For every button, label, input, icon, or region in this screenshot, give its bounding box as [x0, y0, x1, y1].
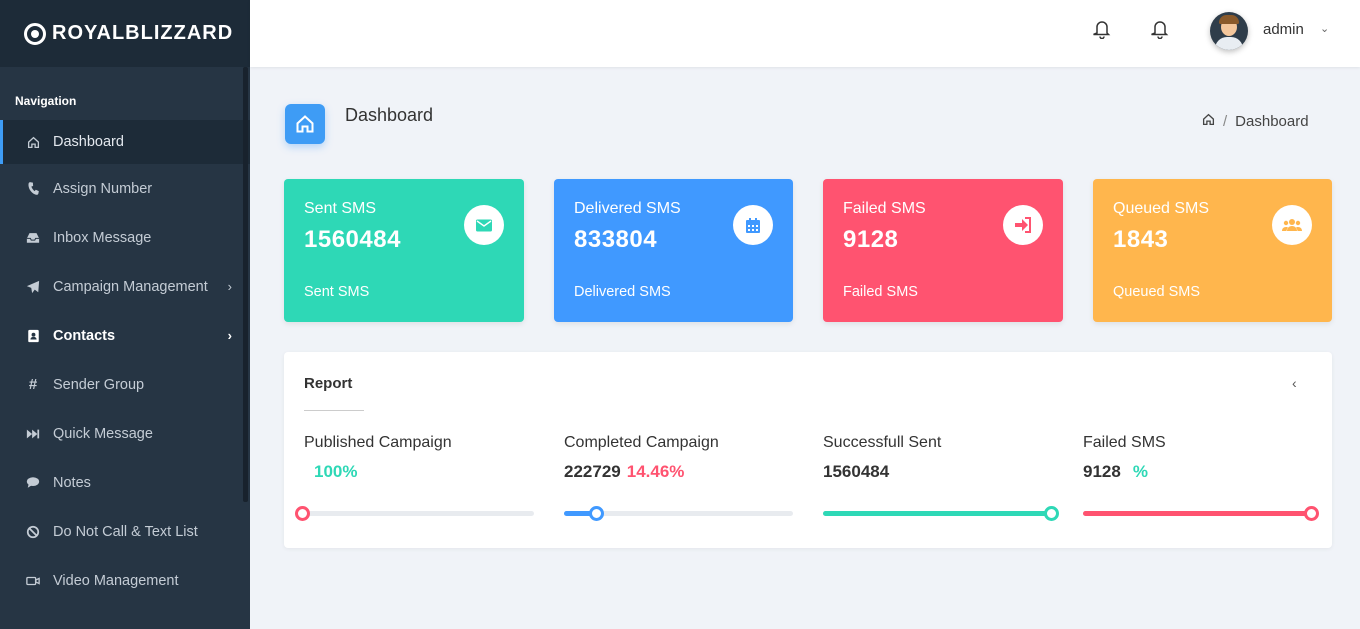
sent-sms-card: Sent SMS 1560484 Sent SMS — [284, 179, 524, 322]
card-footer: Delivered SMS — [574, 284, 671, 300]
sidebar-item-inbox-message[interactable]: Inbox Message — [0, 213, 250, 262]
sidebar-item-label: Inbox Message — [53, 229, 152, 246]
sidebar-item-dashboard[interactable]: Dashboard — [0, 120, 250, 164]
page-title: Dashboard — [345, 105, 434, 125]
failed-sms-card: Failed SMS 9128 Failed SMS — [823, 179, 1063, 322]
metric-published-campaign: Published Campaign 100% — [304, 434, 534, 482]
brand[interactable]: ROYALBLIZZARD — [0, 0, 250, 67]
card-footer: Failed SMS — [843, 284, 918, 300]
sidebar-scrollbar[interactable] — [243, 67, 248, 502]
sidebar-item-label: Do Not Call & Text List — [53, 523, 198, 540]
progress-bar-successfull — [823, 506, 1059, 521]
metric-values: 100% — [304, 462, 534, 482]
metric-label: Completed Campaign — [564, 434, 719, 451]
phone-icon — [26, 182, 40, 196]
comment-icon — [26, 476, 40, 490]
avatar-hair — [1219, 15, 1239, 24]
send-icon — [26, 280, 40, 294]
progress-handle — [1044, 506, 1059, 521]
breadcrumb: / Dashboard — [1202, 113, 1309, 130]
sidebar: ROYALBLIZZARD Navigation Dashboard Assig… — [0, 0, 250, 629]
sidebar-item-sender-group[interactable]: # Sender Group — [0, 360, 250, 409]
metric-number: 9128 — [1083, 462, 1121, 481]
metric-percent: 100% — [314, 462, 358, 481]
sidebar-item-label: Notes — [53, 474, 91, 491]
report-title-underline — [304, 410, 364, 411]
progress-bar-published — [295, 506, 534, 521]
inbox-icon — [26, 231, 40, 245]
metric-percent: % — [1132, 462, 1148, 481]
calendar-icon — [733, 205, 773, 245]
sidebar-item-campaign-management[interactable]: Campaign Management › — [0, 262, 250, 311]
sidebar-item-label: Dashboard — [53, 134, 124, 150]
report-panel: Report ‹ Published Campaign 100% Complet… — [284, 352, 1332, 548]
notification-bell-icon[interactable] — [1151, 19, 1169, 40]
users-icon — [1272, 205, 1312, 245]
metric-failed-sms: Failed SMS 9128% — [1083, 434, 1313, 482]
sidebar-item-label: Contacts — [53, 327, 116, 344]
sidebar-item-label: Campaign Management — [53, 278, 208, 295]
sidebar-item-label: Quick Message — [53, 425, 153, 442]
queued-sms-card: Queued SMS 1843 Queued SMS — [1093, 179, 1332, 322]
fast-forward-icon — [26, 427, 40, 441]
metric-label: Failed SMS — [1083, 434, 1166, 451]
card-footer: Sent SMS — [304, 284, 370, 300]
progress-bar-failed — [1083, 506, 1319, 521]
topbar: admin ⌄ — [250, 0, 1360, 67]
sidebar-item-contacts[interactable]: Contacts › — [0, 311, 250, 360]
progress-handle — [589, 506, 605, 521]
chevron-down-icon[interactable]: ⌄ — [1320, 22, 1329, 35]
sidebar-item-do-not-call[interactable]: Do Not Call & Text List — [0, 507, 250, 556]
video-icon — [26, 574, 40, 588]
home-icon — [26, 135, 40, 149]
chevron-right-icon: › — [227, 327, 232, 343]
bell-icon[interactable] — [1093, 19, 1111, 40]
ban-icon — [26, 525, 40, 539]
card-footer: Queued SMS — [1113, 284, 1201, 300]
progress-handle — [295, 506, 310, 521]
progress-handle — [1304, 506, 1319, 521]
sign-in-icon — [1003, 205, 1043, 245]
sidebar-item-quick-message[interactable]: Quick Message — [0, 409, 250, 458]
metric-successfull-sent: Successfull Sent 1560484 — [823, 434, 1053, 482]
nav-section-title: Navigation — [15, 94, 77, 108]
breadcrumb-home-icon[interactable] — [1202, 113, 1215, 130]
avatar-body — [1215, 37, 1243, 50]
sidebar-item-label: Assign Number — [53, 180, 153, 197]
metric-label: Published Campaign — [304, 434, 452, 451]
envelope-icon — [464, 205, 504, 245]
metric-completed-campaign: Completed Campaign 222729 14.46% — [564, 434, 794, 482]
sidebar-item-notes[interactable]: Notes — [0, 458, 250, 507]
page-home-icon — [285, 104, 325, 144]
metric-values: 9128% — [1083, 462, 1313, 482]
contact-book-icon — [26, 329, 40, 343]
metric-number: 222729 — [564, 462, 621, 481]
progress-fill — [823, 511, 1051, 516]
brand-logo-icon — [24, 22, 46, 45]
sidebar-item-label: Video Management — [53, 572, 179, 589]
metric-values: 1560484 — [823, 462, 1053, 482]
sidebar-item-video-management[interactable]: Video Management — [0, 556, 250, 605]
sidebar-item-label: Sender Group — [53, 376, 145, 393]
metric-label: Successfull Sent — [823, 434, 942, 451]
user-name[interactable]: admin — [1263, 21, 1304, 38]
delivered-sms-card: Delivered SMS 833804 Delivered SMS — [554, 179, 793, 322]
hashtag-icon: # — [28, 376, 38, 393]
sidebar-item-assign-number[interactable]: Assign Number — [0, 164, 250, 213]
brand-name: ROYALBLIZZARD — [52, 22, 234, 44]
metric-percent: 14.46% — [626, 462, 685, 481]
chevron-left-icon[interactable]: ‹ — [1292, 375, 1297, 391]
avatar[interactable] — [1210, 12, 1248, 50]
metric-number: 1560484 — [823, 462, 890, 481]
chevron-right-icon: › — [227, 278, 232, 294]
report-title: Report — [304, 375, 353, 392]
breadcrumb-separator: / — [1223, 113, 1228, 130]
breadcrumb-current[interactable]: Dashboard — [1235, 113, 1308, 130]
progress-fill — [1083, 511, 1311, 516]
metric-values: 222729 14.46% — [564, 462, 794, 482]
progress-bar-completed — [564, 506, 793, 521]
